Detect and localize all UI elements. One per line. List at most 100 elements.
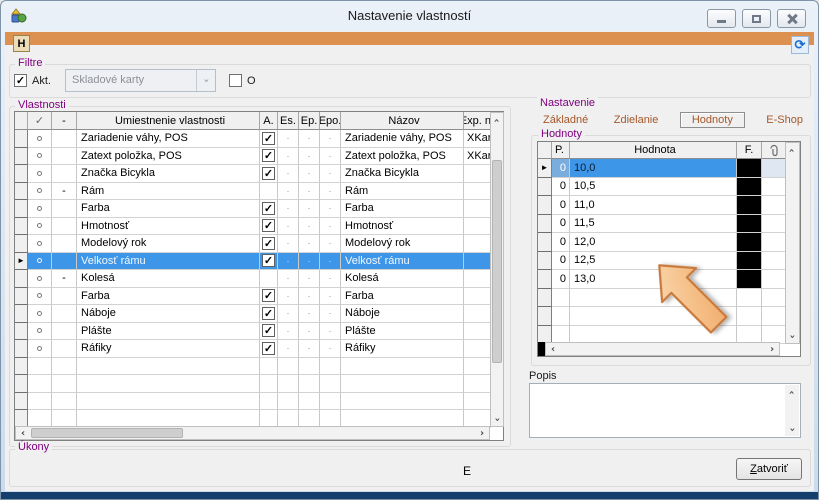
property-row[interactable]: Farba✓···Farba bbox=[15, 200, 503, 218]
properties-horizontal-scrollbar[interactable]: ‹ › bbox=[15, 426, 490, 440]
property-row[interactable]: Náboje✓···Náboje bbox=[15, 305, 503, 323]
checkbox[interactable]: ✓ bbox=[262, 149, 275, 162]
tab-zdielanie[interactable]: Zdielanie bbox=[610, 113, 663, 127]
checkbox[interactable]: ✓ bbox=[262, 307, 275, 320]
minimize-button[interactable] bbox=[707, 9, 736, 28]
header-epo[interactable]: Epo. bbox=[320, 112, 341, 130]
attachment-icon[interactable] bbox=[762, 142, 787, 159]
scroll-down-icon[interactable]: › bbox=[491, 412, 503, 426]
scroll-down-icon[interactable]: › bbox=[786, 329, 799, 343]
property-row[interactable]: Farba✓···Farba bbox=[15, 288, 503, 306]
ep-cell: · bbox=[299, 253, 320, 271]
header-dash[interactable]: - bbox=[52, 112, 77, 130]
properties-table-body: Zariadenie váhy, POS✓···Zariadenie váhy,… bbox=[15, 130, 503, 428]
scrollbar-thumb[interactable] bbox=[31, 428, 183, 438]
header-f[interactable]: F. bbox=[737, 142, 762, 159]
checkbox[interactable]: ✓ bbox=[262, 254, 275, 267]
p-cell: 0 bbox=[552, 196, 570, 215]
value-row[interactable]: 011,0 bbox=[538, 196, 800, 215]
ep-cell: · bbox=[299, 218, 320, 236]
close-dialog-button[interactable]: Zatvoriť bbox=[736, 458, 802, 480]
value-row[interactable]: 013,0 bbox=[538, 270, 800, 289]
property-row[interactable]: ►Velkosť rámu✓···Velkosť rámu bbox=[15, 253, 503, 271]
properties-vertical-scrollbar[interactable]: › › bbox=[490, 112, 504, 427]
scroll-up-icon[interactable]: › bbox=[491, 113, 503, 127]
name-cell: Ráfiky bbox=[341, 340, 464, 358]
property-row[interactable]: Značka Bicykla✓···Značka Bicykla bbox=[15, 165, 503, 183]
group-dash bbox=[52, 200, 77, 218]
header-name[interactable]: Názov bbox=[341, 112, 464, 130]
category-dropdown[interactable]: Skladové karty › bbox=[65, 69, 216, 92]
epo-cell bbox=[320, 410, 341, 428]
values-vertical-scrollbar[interactable]: › › bbox=[785, 142, 800, 344]
scroll-right-icon[interactable]: › bbox=[475, 427, 489, 439]
checkbox[interactable]: ✓ bbox=[262, 219, 275, 232]
scroll-down-icon[interactable]: › bbox=[785, 422, 799, 436]
group-dash bbox=[52, 235, 77, 253]
checkbox[interactable]: ✓ bbox=[262, 167, 275, 180]
scroll-up-icon[interactable]: › bbox=[785, 385, 799, 399]
scroll-right-icon[interactable]: › bbox=[765, 343, 779, 355]
refresh-icon[interactable]: ⟳ bbox=[791, 36, 809, 54]
empty-row bbox=[15, 410, 503, 428]
popis-textarea[interactable]: › › bbox=[529, 383, 801, 438]
property-row[interactable]: Ráfiky✓···Ráfiky bbox=[15, 340, 503, 358]
property-row[interactable]: Hmotnosť✓···Hmotnosť bbox=[15, 218, 503, 236]
name-cell: Značka Bicykla bbox=[341, 165, 464, 183]
row-indicator: ► bbox=[538, 159, 552, 178]
name-cell: Farba bbox=[341, 288, 464, 306]
property-row[interactable]: -Kolesá···Kolesá bbox=[15, 270, 503, 288]
header-a[interactable]: A. bbox=[260, 112, 278, 130]
properties-table: ✓ - Umiestnenie vlastnosti A. Es. Ep. Ep… bbox=[14, 111, 504, 441]
akt-checkbox[interactable]: ✓ bbox=[14, 74, 27, 87]
value-row[interactable]: 011,5 bbox=[538, 215, 800, 234]
header-check-icon[interactable]: ✓ bbox=[28, 112, 52, 130]
exp-cell: XKartV bbox=[464, 130, 491, 148]
row-indicator bbox=[15, 358, 28, 376]
scroll-left-icon[interactable]: ‹ bbox=[546, 343, 560, 355]
scroll-up-icon[interactable]: › bbox=[786, 143, 799, 157]
placement-cell bbox=[77, 375, 260, 393]
popis-scrollbar[interactable]: › › bbox=[785, 385, 799, 436]
empty-row bbox=[15, 358, 503, 376]
maximize-button[interactable] bbox=[742, 9, 771, 28]
exp-cell bbox=[464, 410, 491, 428]
property-row[interactable]: Modelový rok✓···Modelový rok bbox=[15, 235, 503, 253]
checkbox[interactable]: ✓ bbox=[262, 289, 275, 302]
property-row[interactable]: Plášte✓···Plášte bbox=[15, 323, 503, 341]
values-horizontal-scrollbar[interactable]: ‹ › bbox=[545, 342, 780, 356]
row-indicator bbox=[538, 252, 552, 271]
property-row[interactable]: Zariadenie váhy, POS✓···Zariadenie váhy,… bbox=[15, 130, 503, 148]
o-checkbox[interactable] bbox=[229, 74, 242, 87]
header-es[interactable]: Es. bbox=[278, 112, 299, 130]
attachment-cell bbox=[762, 159, 787, 178]
checkbox[interactable]: ✓ bbox=[262, 132, 275, 145]
checkbox[interactable]: ✓ bbox=[262, 342, 275, 355]
empty-row bbox=[15, 375, 503, 393]
header-placement[interactable]: Umiestnenie vlastnosti bbox=[77, 112, 260, 130]
scroll-left-icon[interactable]: ‹ bbox=[16, 427, 30, 439]
h-toolbar-button[interactable]: H bbox=[13, 35, 30, 52]
header-ep[interactable]: Ep. bbox=[299, 112, 320, 130]
checkbox[interactable]: ✓ bbox=[262, 324, 275, 337]
checkbox[interactable]: ✓ bbox=[262, 237, 275, 250]
value-row[interactable]: 012,5 bbox=[538, 252, 800, 271]
tab-eshop[interactable]: E-Shop bbox=[762, 113, 807, 127]
header-hodnota[interactable]: Hodnota bbox=[570, 142, 737, 159]
value-row[interactable]: ►010,0 bbox=[538, 159, 800, 178]
header-p[interactable]: P. bbox=[552, 142, 570, 159]
titlebar[interactable]: Nastavenie vlastností bbox=[1, 1, 818, 31]
empty-row bbox=[538, 307, 800, 326]
scrollbar-thumb[interactable] bbox=[492, 160, 502, 363]
tab-zakladne[interactable]: Základné bbox=[539, 113, 592, 127]
value-row[interactable]: 012,0 bbox=[538, 233, 800, 252]
bullet-cell bbox=[28, 305, 52, 323]
checkbox[interactable]: ✓ bbox=[262, 202, 275, 215]
es-cell: · bbox=[278, 218, 299, 236]
property-row[interactable]: -Rám···Rám bbox=[15, 183, 503, 201]
tab-hodnoty[interactable]: Hodnoty bbox=[680, 112, 745, 128]
header-exp[interactable]: Exp. ná bbox=[464, 112, 491, 130]
close-button[interactable] bbox=[777, 9, 806, 28]
value-row[interactable]: 010,5 bbox=[538, 178, 800, 197]
property-row[interactable]: Zatext položka, POS✓···Zatext položka, P… bbox=[15, 148, 503, 166]
